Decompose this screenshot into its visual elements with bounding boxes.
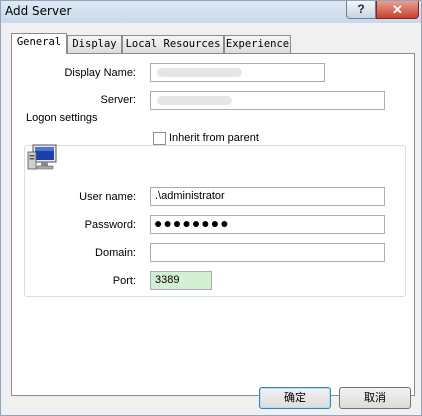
port-label: Port:: [112, 275, 136, 287]
redacted-text: [157, 68, 242, 77]
general-tab-panel: Display Name: Server: Logon settings Inh…: [11, 53, 415, 396]
username-field[interactable]: .\administrator: [150, 187, 385, 206]
tab-local-resources[interactable]: Local Resources: [122, 35, 224, 53]
inherit-label: Inherit from parent: [169, 132, 259, 144]
tab-display[interactable]: Display: [67, 35, 122, 53]
close-button[interactable]: ✕: [376, 1, 419, 19]
title-bar: Add Server ? ✕: [1, 1, 421, 23]
password-field[interactable]: ●●●●●●●●: [150, 215, 385, 234]
password-mask: ●●●●●●●●: [154, 215, 230, 231]
password-label: Password:: [84, 219, 136, 231]
add-server-dialog: Add Server ? ✕ General Display Local Res…: [0, 0, 422, 416]
username-label: User name:: [79, 191, 136, 203]
tab-general[interactable]: General: [11, 33, 67, 54]
port-field[interactable]: 3389: [150, 271, 212, 290]
cancel-button[interactable]: 取消: [339, 387, 411, 409]
display-name-field[interactable]: [150, 63, 325, 82]
domain-label: Domain:: [95, 247, 136, 259]
ok-button[interactable]: 确定: [259, 387, 331, 409]
help-button[interactable]: ?: [346, 1, 376, 19]
tab-experience[interactable]: Experience: [224, 35, 291, 53]
inherit-checkbox[interactable]: [153, 132, 166, 145]
server-field[interactable]: [150, 91, 385, 110]
domain-field[interactable]: [150, 243, 385, 262]
window-title: Add Server: [5, 4, 72, 18]
server-label: Server:: [100, 94, 136, 106]
redacted-text: [157, 96, 232, 105]
computer-icon: [27, 144, 57, 170]
display-name-label: Display Name:: [64, 67, 136, 79]
dialog-client: General Display Local Resources Experien…: [6, 26, 416, 410]
logon-settings-title: Logon settings: [24, 112, 100, 124]
